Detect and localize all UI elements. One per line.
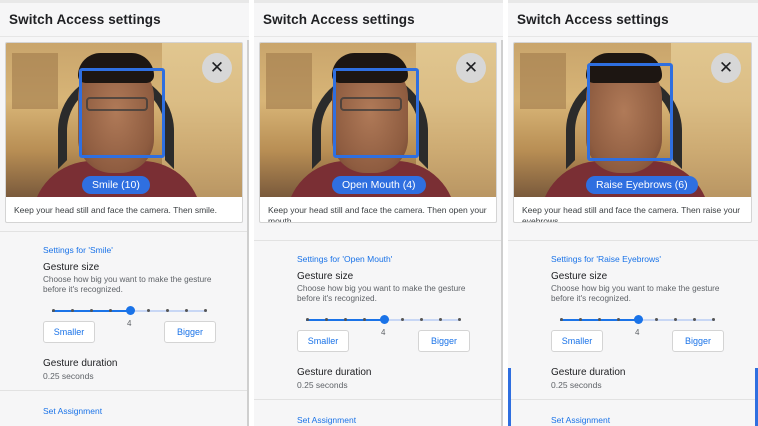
face-detection-box xyxy=(79,68,165,158)
slider-tick xyxy=(147,309,150,312)
bigger-button[interactable]: Bigger xyxy=(418,330,470,352)
close-button[interactable]: ✕ xyxy=(711,53,741,83)
gesture-duration-value[interactable]: 0.25 seconds xyxy=(297,380,348,390)
camera-preview: ✕ Raise Eyebrows (6) xyxy=(514,43,751,197)
close-icon: ✕ xyxy=(209,58,225,77)
set-assignment-link[interactable]: Set Assignment xyxy=(297,415,356,425)
camera-preview: ✕ Smile (10) xyxy=(6,43,242,197)
close-button[interactable]: ✕ xyxy=(456,53,486,83)
slider-tick xyxy=(439,318,442,321)
face-detection-box xyxy=(587,63,673,161)
background-frame xyxy=(520,53,566,109)
slider-tick xyxy=(306,318,309,321)
gesture-size-title: Gesture size xyxy=(43,262,100,273)
gesture-settings-link[interactable]: Settings for 'Smile' xyxy=(43,245,113,255)
face-detection-box xyxy=(333,68,419,158)
gesture-duration-value[interactable]: 0.25 seconds xyxy=(551,380,602,390)
slider-tick xyxy=(185,309,188,312)
set-assignment-link[interactable]: Set Assignment xyxy=(43,406,102,416)
slider-tick xyxy=(71,309,74,312)
gesture-settings: Settings for 'Raise Eyebrows' Gesture si… xyxy=(508,241,758,426)
slider-tick xyxy=(598,318,601,321)
slider-tick xyxy=(166,309,169,312)
slider-tick xyxy=(420,318,423,321)
scroll-indicator-left xyxy=(508,368,511,426)
gesture-counter-badge: Open Mouth (4) xyxy=(332,176,426,194)
gesture-size-title: Gesture size xyxy=(297,271,354,282)
camera-instructions: Keep your head still and face the camera… xyxy=(14,205,218,215)
gesture-duration-title: Gesture duration xyxy=(43,358,118,369)
gesture-settings: Settings for 'Open Mouth' Gesture size C… xyxy=(254,241,503,426)
settings-screen-open-mouth: Switch Access settings ✕ Open Mouth (4) … xyxy=(254,0,503,426)
slider-tick xyxy=(325,318,328,321)
slider-tick xyxy=(90,309,93,312)
slider-value: 4 xyxy=(635,328,640,337)
slider-thumb[interactable] xyxy=(633,315,643,324)
smaller-button[interactable]: Smaller xyxy=(551,330,603,352)
app-bar: Switch Access settings xyxy=(254,3,503,37)
close-icon: ✕ xyxy=(718,58,734,77)
gesture-size-slider[interactable] xyxy=(560,315,715,324)
slider-tick xyxy=(204,309,207,312)
slider-tick xyxy=(560,318,563,321)
camera-preview-card: ✕ Open Mouth (4) Keep your head still an… xyxy=(259,42,497,223)
close-icon: ✕ xyxy=(463,58,479,77)
gesture-size-slider[interactable] xyxy=(52,306,207,315)
slider-value: 4 xyxy=(381,328,386,337)
smaller-button[interactable]: Smaller xyxy=(297,330,349,352)
gesture-duration-title: Gesture duration xyxy=(297,367,372,378)
gesture-size-title: Gesture size xyxy=(551,271,608,282)
gesture-size-description: Choose how big you want to make the gest… xyxy=(43,275,212,294)
slider-tick xyxy=(655,318,658,321)
camera-instructions: Keep your head still and face the camera… xyxy=(522,205,741,223)
settings-screen-raise-eyebrows: Switch Access settings ✕ Raise Eyebrows … xyxy=(508,0,758,426)
app-bar: Switch Access settings xyxy=(0,3,249,37)
gesture-duration-value[interactable]: 0.25 seconds xyxy=(43,371,94,381)
app-bar: Switch Access settings xyxy=(508,3,758,37)
smaller-button[interactable]: Smaller xyxy=(43,321,95,343)
slider-tick xyxy=(693,318,696,321)
gesture-size-description: Choose how big you want to make the gest… xyxy=(551,284,720,303)
section-divider xyxy=(0,390,249,391)
bigger-button[interactable]: Bigger xyxy=(164,321,216,343)
slider-value: 4 xyxy=(127,319,132,328)
background-frame xyxy=(12,53,58,109)
slider-tick xyxy=(579,318,582,321)
gesture-counter-badge: Smile (10) xyxy=(82,176,150,194)
camera-preview-card: ✕ Smile (10) Keep your head still and fa… xyxy=(5,42,243,223)
slider-tick xyxy=(712,318,715,321)
gesture-settings-link[interactable]: Settings for 'Raise Eyebrows' xyxy=(551,254,661,264)
gesture-settings-link[interactable]: Settings for 'Open Mouth' xyxy=(297,254,392,264)
gesture-settings: Settings for 'Smile' Gesture size Choose… xyxy=(0,232,249,426)
app-bar-title: Switch Access settings xyxy=(517,12,669,27)
gesture-size-description: Choose how big you want to make the gest… xyxy=(297,284,466,303)
settings-screen-smile: Switch Access settings ✕ Smile (10) Keep… xyxy=(0,0,249,426)
app-bar-title: Switch Access settings xyxy=(263,12,415,27)
section-divider xyxy=(508,399,758,400)
slider-thumb[interactable] xyxy=(125,306,135,315)
background-frame xyxy=(266,53,312,109)
app-bar-title: Switch Access settings xyxy=(9,12,161,27)
camera-preview: ✕ Open Mouth (4) xyxy=(260,43,496,197)
slider-tick xyxy=(674,318,677,321)
slider-tick xyxy=(109,309,112,312)
gesture-counter-badge: Raise Eyebrows (6) xyxy=(586,176,698,194)
close-button[interactable]: ✕ xyxy=(202,53,232,83)
slider-tick xyxy=(617,318,620,321)
slider-tick xyxy=(458,318,461,321)
slider-tick xyxy=(344,318,347,321)
bigger-button[interactable]: Bigger xyxy=(672,330,724,352)
camera-instructions: Keep your head still and face the camera… xyxy=(268,205,487,223)
slider-thumb[interactable] xyxy=(379,315,389,324)
slider-tick xyxy=(363,318,366,321)
gesture-duration-title: Gesture duration xyxy=(551,367,626,378)
gesture-size-slider[interactable] xyxy=(306,315,461,324)
section-divider xyxy=(254,399,503,400)
set-assignment-link[interactable]: Set Assignment xyxy=(551,415,610,425)
camera-preview-card: ✕ Raise Eyebrows (6) Keep your head stil… xyxy=(513,42,752,223)
slider-tick xyxy=(52,309,55,312)
slider-tick xyxy=(401,318,404,321)
